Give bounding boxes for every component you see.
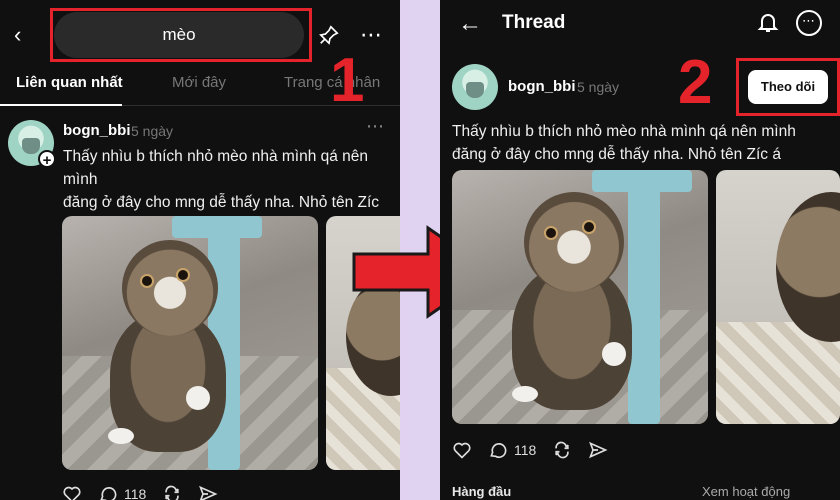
post-photo[interactable] (452, 170, 708, 424)
post-text: Thấy nhìu b thích nhỏ mèo nhà mình qá nê… (452, 120, 832, 166)
back-arrow-icon[interactable]: ← (458, 10, 482, 38)
photo-chair (592, 170, 692, 192)
like-button[interactable] (62, 484, 82, 500)
photo-cat-head (122, 240, 218, 336)
share-icon (199, 485, 218, 500)
tab-recent[interactable]: Mới đây (172, 74, 226, 91)
page-title: Thread (502, 12, 566, 33)
heart-icon (63, 486, 81, 500)
view-activity-link[interactable]: Xem hoạt động (702, 484, 790, 499)
post-actions: 118 (62, 484, 218, 500)
photo-cat-paw (108, 428, 134, 444)
sort-label[interactable]: Hàng đầu (452, 484, 511, 499)
comment-icon (100, 487, 117, 500)
post-text-line: Thấy nhìu b thích nhỏ mèo nhà mình qá nê… (63, 148, 369, 188)
comment-icon (490, 443, 507, 459)
post-photo-2[interactable] (716, 170, 840, 424)
post-more-icon[interactable]: ⋯ (366, 116, 385, 137)
photo-chair (172, 216, 262, 238)
step-number-2: 2 (678, 48, 713, 117)
photo-cat-eye (544, 226, 558, 240)
photo-cat-eye (176, 268, 190, 282)
post-time: 5 ngày (577, 79, 620, 95)
like-button[interactable] (452, 440, 472, 460)
share-button[interactable] (588, 440, 608, 460)
search-highlight-box (50, 8, 312, 62)
photo-cat (776, 192, 840, 342)
active-tab-indicator (0, 104, 122, 106)
more-icon[interactable]: ⋯ (360, 22, 383, 48)
follow-button[interactable]: Theo dõi (748, 70, 828, 104)
comment-button[interactable]: 118 (98, 484, 146, 500)
share-button[interactable] (198, 484, 218, 500)
reply-count: 118 (124, 486, 147, 500)
photo-cat-eye (582, 220, 596, 234)
repost-button[interactable] (552, 440, 572, 460)
heart-icon (453, 442, 471, 459)
comment-button[interactable]: 118 (488, 440, 536, 460)
post-username[interactable]: bogn_bbi (508, 78, 576, 95)
post-photo[interactable] (62, 216, 318, 470)
pin-icon[interactable] (318, 24, 340, 46)
more-icon[interactable]: ⋯ (796, 10, 822, 36)
bell-icon[interactable] (756, 10, 780, 34)
search-results-panel: ‹ mèo ⋯ Liên quan nhất Mới đây Trang cá … (0, 0, 400, 500)
photo-cat-paw (512, 386, 538, 402)
repost-button[interactable] (162, 484, 182, 500)
step-number-1: 1 (330, 46, 365, 115)
back-icon[interactable]: ‹ (14, 22, 36, 48)
thread-panel: ← Thread ⋯ 2 Theo dõi bogn_bbi 5 ngày Th… (440, 0, 840, 500)
post-text-line: đăng ở đây cho mng dễ thấy nha. Nhỏ tên … (452, 146, 781, 163)
post-text-line: Thấy nhìu b thích nhỏ mèo nhà mình qá nê… (452, 123, 796, 140)
post-username[interactable]: bogn_bbi (63, 122, 131, 139)
photo-chair (628, 170, 660, 424)
photo-cat-eye (140, 274, 154, 288)
share-icon (589, 441, 608, 459)
repost-icon (555, 441, 569, 459)
post-time: 5 ngày (131, 123, 174, 139)
reply-count: 118 (514, 442, 537, 458)
photo-cat-head (524, 192, 624, 292)
repost-icon (165, 485, 179, 500)
avatar[interactable] (452, 64, 498, 110)
post-actions: 118 (452, 440, 608, 460)
plus-icon[interactable]: + (38, 150, 56, 169)
photo-cat-paw (602, 342, 626, 366)
photo-cat-paw (186, 386, 210, 410)
tab-relevant[interactable]: Liên quan nhất (16, 74, 123, 91)
